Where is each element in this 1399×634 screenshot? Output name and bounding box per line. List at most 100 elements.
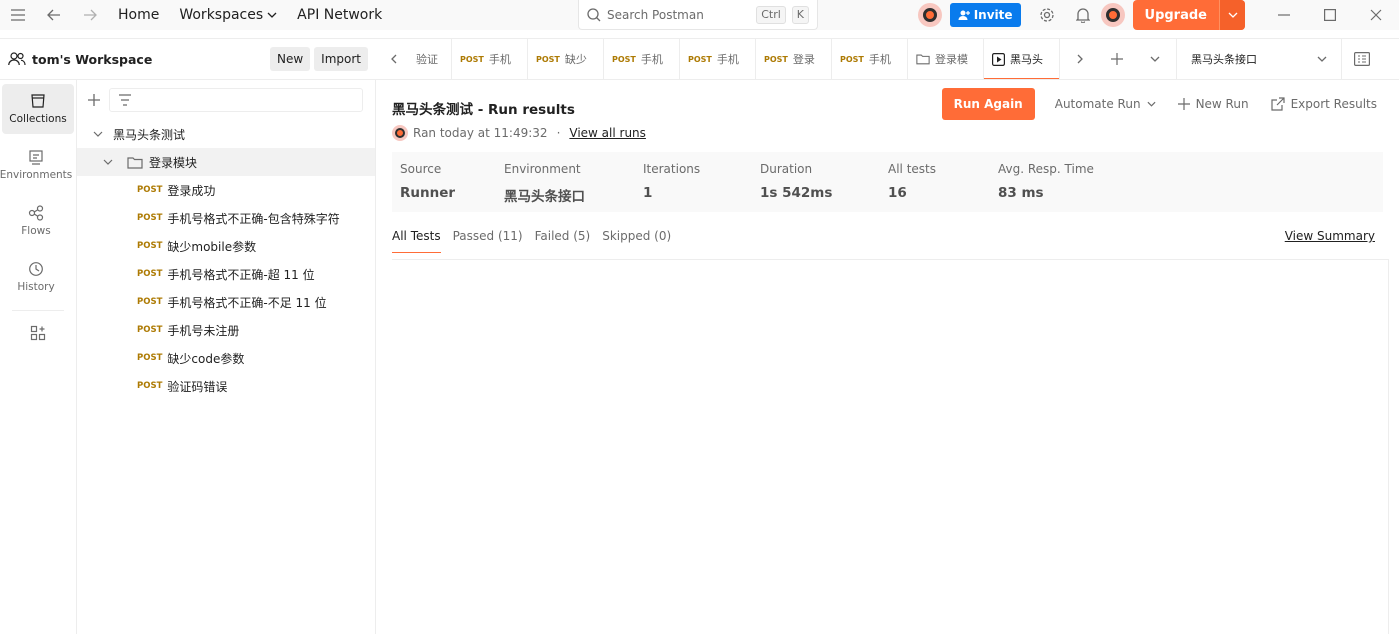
filter-input[interactable] xyxy=(109,88,363,112)
invite-button[interactable]: Invite xyxy=(949,3,1021,27)
tab-request[interactable]: POST 手机 xyxy=(452,39,528,79)
environment-selected: 黑马头条接口 xyxy=(1191,53,1257,66)
workspace-header: tom's Workspace New Import xyxy=(0,38,376,80)
maximize-icon[interactable] xyxy=(1307,0,1353,30)
request-name: 手机号格式不正确-包含特殊字符 xyxy=(167,211,340,226)
tab-failed[interactable]: Failed (5) xyxy=(535,229,591,253)
run-again-button[interactable]: Run Again xyxy=(941,88,1035,120)
new-button[interactable]: New xyxy=(269,47,311,71)
summary-header: All tests xyxy=(888,162,936,176)
tab-request[interactable]: POST 手机 xyxy=(604,39,680,79)
summary-value: 1 xyxy=(643,185,653,201)
summary-header: Avg. Resp. Time xyxy=(998,162,1094,176)
minimize-icon[interactable] xyxy=(1261,0,1307,30)
tab-label: 手机 xyxy=(640,53,663,66)
workspaces-menu[interactable]: Workspaces xyxy=(169,7,287,23)
folder-icon xyxy=(127,156,143,169)
chevron-down-icon[interactable] xyxy=(99,159,117,165)
tab-request[interactable]: POST 手机 xyxy=(680,39,756,79)
tab-request[interactable]: POST 登录 xyxy=(756,39,832,79)
tab-folder[interactable]: 登录模 xyxy=(908,39,984,79)
settings-gear-icon[interactable] xyxy=(1029,0,1065,30)
notification-bell-icon[interactable] xyxy=(1065,0,1101,30)
request-name: 缺少mobile参数 xyxy=(167,239,257,254)
api-network-link[interactable]: API Network xyxy=(287,7,392,23)
new-run-button[interactable]: New Run xyxy=(1177,97,1249,111)
import-button[interactable]: Import xyxy=(314,47,368,71)
forward-arrow-icon[interactable] xyxy=(72,0,108,30)
upgrade-chevron-down-icon[interactable] xyxy=(1219,0,1245,30)
environment-select[interactable]: 黑马头条接口 xyxy=(1176,39,1342,79)
tab-passed[interactable]: Passed (11) xyxy=(453,229,523,253)
run-meta: Ran today at 11:49:32 · View all runs xyxy=(392,125,646,141)
chevron-down-icon[interactable] xyxy=(89,131,107,137)
request-item[interactable]: POST 登录成功 xyxy=(77,176,375,204)
team-avatar[interactable] xyxy=(917,3,942,27)
request-item[interactable]: POST 验证码错误 xyxy=(77,372,375,400)
user-avatar[interactable] xyxy=(1100,3,1125,27)
back-arrow-icon[interactable] xyxy=(36,0,72,30)
method-badge: POST xyxy=(137,185,163,195)
tab-all-tests[interactable]: All Tests xyxy=(392,229,441,253)
results-list xyxy=(392,259,1389,634)
request-item[interactable]: POST 缺少code参数 xyxy=(77,344,375,372)
tabs-scroll-left-icon[interactable] xyxy=(376,39,412,79)
request-item[interactable]: POST 手机号格式不正确-不足 11 位 xyxy=(77,288,375,316)
run-summary: Source Runner Environment 黑马头条接口 Iterati… xyxy=(392,152,1383,212)
method-badge: POST xyxy=(460,54,484,64)
method-badge: POST xyxy=(137,381,163,391)
close-icon[interactable] xyxy=(1353,0,1399,30)
request-name: 缺少code参数 xyxy=(167,351,245,366)
summary-header: Duration xyxy=(760,162,813,176)
new-run-label: New Run xyxy=(1195,97,1249,111)
configure-sidebar-icon[interactable] xyxy=(0,325,76,341)
export-results-button[interactable]: Export Results xyxy=(1270,97,1377,111)
sidebar-item-flows[interactable]: Flows xyxy=(0,196,72,246)
environment-quicklook-icon[interactable] xyxy=(1342,39,1382,79)
folder-item[interactable]: 登录模块 xyxy=(77,148,375,176)
collection-item[interactable]: 黑马头条测试 xyxy=(77,120,375,148)
request-item[interactable]: POST 手机号格式不正确-包含特殊字符 xyxy=(77,204,375,232)
menu-icon[interactable] xyxy=(0,0,36,30)
upgrade-button[interactable]: Upgrade xyxy=(1132,0,1245,30)
view-all-runs-link[interactable]: View all runs xyxy=(569,126,646,140)
tab-label: 手机 xyxy=(488,53,511,66)
tab-skipped[interactable]: Skipped (0) xyxy=(602,229,671,253)
sidebar-item-collections[interactable]: Collections xyxy=(2,84,74,134)
chevron-down-icon xyxy=(1317,56,1327,62)
sidebar-item-label: Collections xyxy=(9,113,67,125)
tab-request[interactable]: 验证 xyxy=(412,39,452,79)
result-tabs: All Tests Passed (11) Failed (5) Skipped… xyxy=(392,229,1375,253)
page-title: 黑马头条测试 - Run results xyxy=(392,102,575,118)
summary-header: Source xyxy=(400,162,442,176)
tab-label: 缺少 xyxy=(564,53,587,66)
tabs-menu-chevron-down-icon[interactable] xyxy=(1134,39,1176,79)
request-name: 手机号格式不正确-超 11 位 xyxy=(167,267,315,282)
workspaces-label: Workspaces xyxy=(179,7,264,23)
automate-run-button[interactable]: Automate Run xyxy=(1055,97,1156,111)
request-item[interactable]: POST 手机号未注册 xyxy=(77,316,375,344)
new-tab-plus-icon[interactable] xyxy=(1100,39,1134,79)
view-summary-link[interactable]: View Summary xyxy=(1285,229,1375,243)
method-badge: POST xyxy=(764,54,788,64)
flows-icon xyxy=(28,205,44,221)
collections-icon xyxy=(31,94,45,108)
method-badge: POST xyxy=(840,54,864,64)
home-link[interactable]: Home xyxy=(108,7,169,23)
tab-request[interactable]: POST 手机 xyxy=(832,39,908,79)
plus-icon xyxy=(1177,98,1190,110)
add-icon[interactable] xyxy=(87,93,101,107)
tabs-scroll-right-icon[interactable] xyxy=(1060,39,1100,79)
export-results-label: Export Results xyxy=(1290,97,1377,111)
tab-runner[interactable]: 黑马头 xyxy=(984,39,1060,79)
tab-request[interactable]: POST 缺少 xyxy=(528,39,604,79)
sidebar-item-history[interactable]: History xyxy=(0,252,72,302)
sidebar-item-environments[interactable]: Environments xyxy=(0,140,72,190)
request-item[interactable]: POST 缺少mobile参数 xyxy=(77,232,375,260)
tab-label: 黑马头 xyxy=(1010,53,1043,66)
summary-environment: Environment 黑马头条接口 xyxy=(504,162,585,205)
request-item[interactable]: POST 手机号格式不正确-超 11 位 xyxy=(77,260,375,288)
search-bar[interactable]: Search Postman Ctrl K xyxy=(578,0,818,30)
summary-source: Source Runner xyxy=(400,162,455,201)
summary-all-tests: All tests 16 xyxy=(888,162,936,201)
